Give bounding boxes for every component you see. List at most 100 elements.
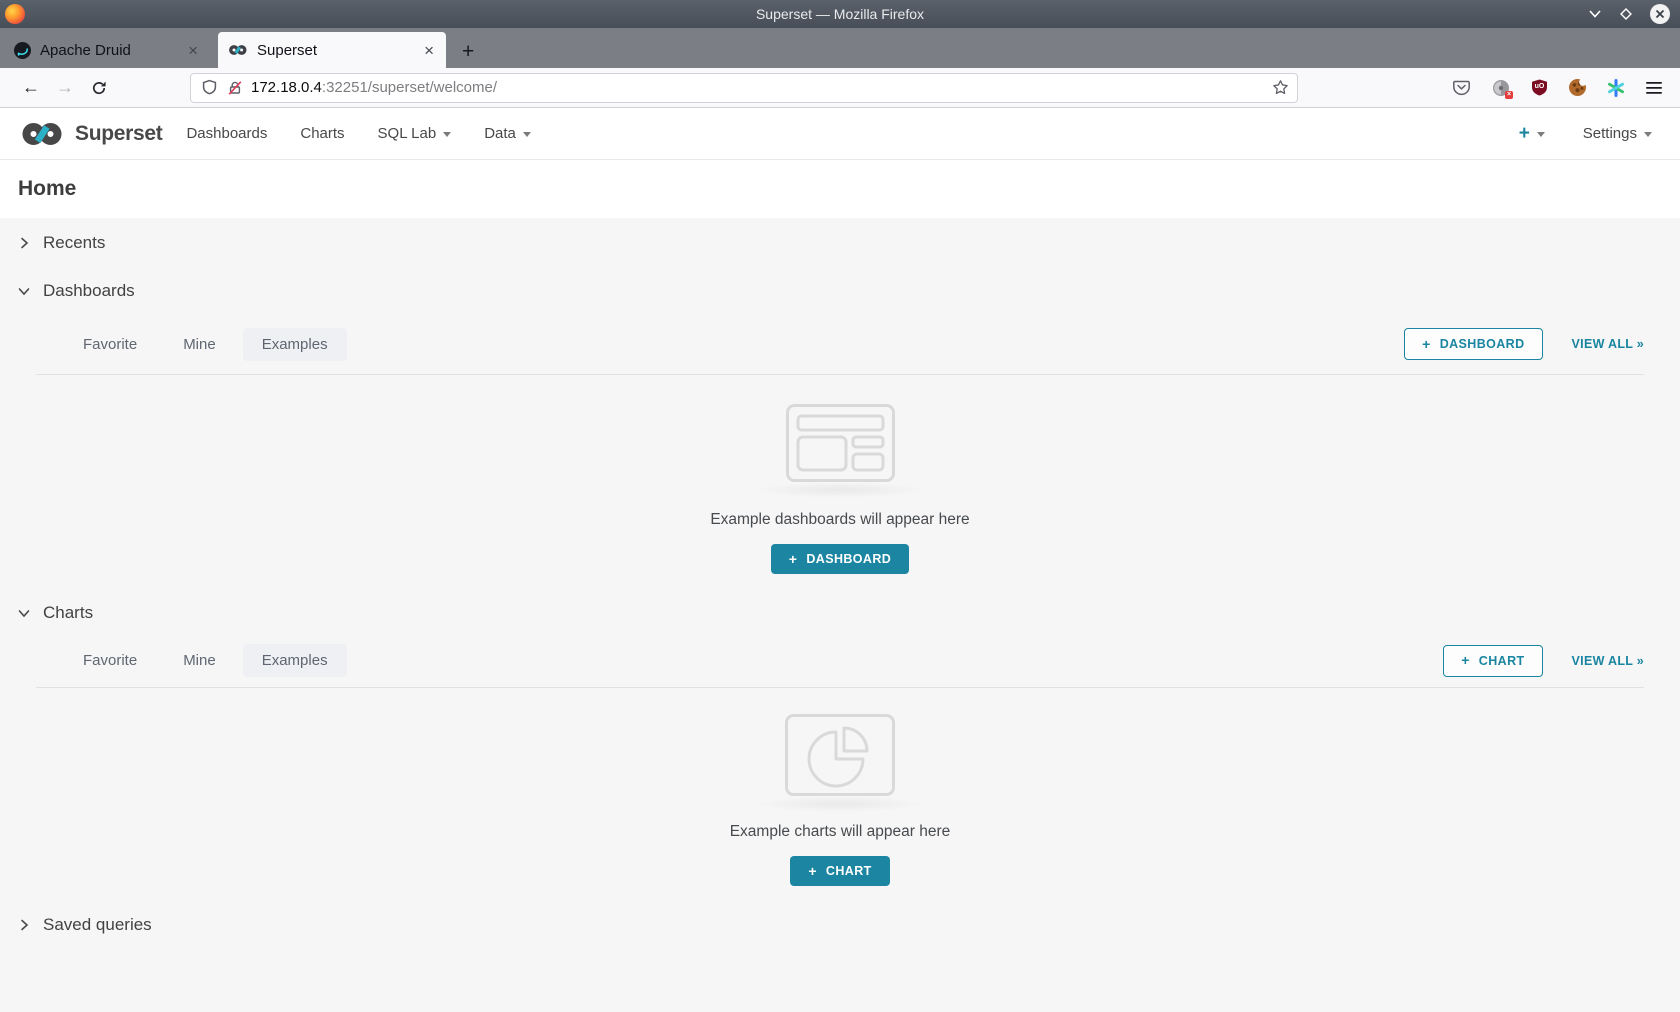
browser-tab-strip: Apache Druid × Superset × + bbox=[0, 28, 1680, 68]
browser-toolbar: ← → 172.18.0.4:32251/superset/welcome/ ×… bbox=[0, 68, 1680, 108]
nav-item-label: Dashboards bbox=[186, 125, 267, 142]
nav-item-label: SQL Lab bbox=[378, 125, 437, 142]
section-header-recents[interactable]: Recents bbox=[0, 218, 1680, 268]
tab-examples[interactable]: Examples bbox=[243, 328, 347, 361]
chevron-right-icon bbox=[18, 237, 30, 249]
close-icon[interactable] bbox=[1650, 4, 1670, 24]
tab-mine[interactable]: Mine bbox=[164, 644, 235, 677]
back-icon[interactable]: ← bbox=[14, 77, 48, 98]
welcome-content: Recents Dashboards Favorite Mine Example… bbox=[0, 218, 1680, 950]
section-label: Dashboards bbox=[43, 281, 135, 301]
section-header-charts[interactable]: Charts bbox=[0, 592, 1680, 634]
charts-toolbar: Favorite Mine Examples + CHART VIEW ALL » bbox=[36, 634, 1644, 688]
bookmark-star-icon[interactable] bbox=[1272, 79, 1289, 96]
plus-icon: + bbox=[808, 863, 817, 879]
new-chart-button[interactable]: + CHART bbox=[1443, 645, 1542, 677]
chevron-down-icon bbox=[523, 132, 531, 137]
privacy-ext-badge: × bbox=[1505, 91, 1513, 99]
dashboards-toolbar: Favorite Mine Examples + DASHBOARD VIEW A… bbox=[36, 314, 1644, 375]
ublock-label: uO bbox=[1531, 83, 1548, 90]
forward-icon[interactable]: → bbox=[48, 77, 82, 98]
tab-examples[interactable]: Examples bbox=[243, 644, 347, 677]
tab-title: Apache Druid bbox=[40, 42, 186, 59]
tab-close-icon[interactable]: × bbox=[422, 42, 436, 59]
nav-item-label: Charts bbox=[300, 125, 344, 142]
section-label: Charts bbox=[43, 603, 93, 623]
nav-item-sql-lab[interactable]: SQL Lab bbox=[378, 125, 452, 142]
minimize-icon[interactable] bbox=[1588, 8, 1602, 20]
new-item-menu-button[interactable]: + bbox=[1519, 123, 1545, 145]
menu-icon[interactable] bbox=[1646, 81, 1662, 95]
reload-icon[interactable] bbox=[82, 80, 116, 96]
nav-item-label: Data bbox=[484, 125, 516, 142]
button-label: CHART bbox=[1479, 654, 1525, 668]
privacy-ext-icon[interactable]: × bbox=[1492, 79, 1510, 97]
new-tab-button[interactable]: + bbox=[462, 41, 474, 62]
empty-chart-icon bbox=[784, 713, 896, 797]
superset-logo-icon bbox=[20, 121, 66, 147]
tab-title: Superset bbox=[257, 42, 422, 59]
tab-superset[interactable]: Superset × bbox=[218, 32, 446, 68]
settings-menu[interactable]: Settings bbox=[1583, 125, 1652, 142]
brand-name: Superset bbox=[75, 122, 162, 146]
superset-navbar: Superset Dashboards Charts SQL Lab Data … bbox=[0, 108, 1680, 160]
plus-icon: + bbox=[1461, 652, 1470, 668]
tab-apache-druid[interactable]: Apache Druid × bbox=[4, 32, 210, 68]
empty-dashboard-icon bbox=[785, 403, 896, 483]
section-header-saved-queries[interactable]: Saved queries bbox=[0, 900, 1680, 950]
pocket-icon[interactable] bbox=[1452, 79, 1471, 96]
page-title: Home bbox=[18, 177, 76, 201]
superset-brand[interactable]: Superset bbox=[20, 121, 162, 147]
window-titlebar: Superset — Mozilla Firefox bbox=[0, 0, 1680, 28]
page-header: Home bbox=[0, 160, 1680, 218]
chevron-down-icon bbox=[1537, 132, 1545, 137]
url-text: 172.18.0.4:32251/superset/welcome/ bbox=[251, 79, 1272, 96]
button-label: DASHBOARD bbox=[1440, 337, 1525, 351]
shield-icon[interactable] bbox=[201, 79, 218, 96]
nav-item-data[interactable]: Data bbox=[484, 125, 531, 142]
button-label: CHART bbox=[826, 864, 872, 878]
chevron-down-icon bbox=[1644, 132, 1652, 137]
apache-druid-favicon bbox=[14, 42, 31, 59]
plus-icon: + bbox=[789, 551, 798, 567]
nav-item-charts[interactable]: Charts bbox=[300, 125, 344, 142]
ublock-icon[interactable]: uO bbox=[1531, 79, 1548, 96]
view-all-dashboards-link[interactable]: VIEW ALL » bbox=[1572, 337, 1644, 351]
empty-icon-shadow bbox=[756, 796, 924, 812]
chevron-down-icon bbox=[443, 132, 451, 137]
section-label: Recents bbox=[43, 233, 105, 253]
button-label: DASHBOARD bbox=[806, 552, 891, 566]
window-title: Superset — Mozilla Firefox bbox=[0, 6, 1680, 22]
empty-icon-shadow bbox=[756, 482, 924, 498]
url-path: :32251/superset/welcome/ bbox=[322, 79, 497, 96]
chevron-down-icon bbox=[18, 607, 30, 619]
empty-state-text: Example dashboards will appear here bbox=[710, 511, 969, 529]
plus-icon: + bbox=[1519, 123, 1530, 145]
view-all-charts-link[interactable]: VIEW ALL » bbox=[1572, 654, 1644, 668]
charts-filter-tabs: Favorite Mine Examples bbox=[64, 644, 347, 677]
nav-item-dashboards[interactable]: Dashboards bbox=[186, 125, 267, 142]
plus-icon: + bbox=[1422, 336, 1431, 352]
charts-empty-state: Example charts will appear here + CHART bbox=[0, 688, 1680, 900]
superset-favicon bbox=[228, 44, 248, 56]
tab-favorite[interactable]: Favorite bbox=[64, 328, 156, 361]
colorful-ext-icon[interactable] bbox=[1607, 79, 1625, 97]
new-chart-button-primary[interactable]: + CHART bbox=[790, 856, 889, 886]
insecure-lock-icon[interactable] bbox=[227, 80, 243, 96]
section-label: Saved queries bbox=[43, 915, 152, 935]
section-header-dashboards[interactable]: Dashboards bbox=[0, 268, 1680, 314]
url-host: 172.18.0.4 bbox=[251, 79, 322, 96]
tab-mine[interactable]: Mine bbox=[164, 328, 235, 361]
empty-state-text: Example charts will appear here bbox=[730, 823, 951, 841]
chevron-right-icon bbox=[18, 919, 30, 931]
new-dashboard-button-primary[interactable]: + DASHBOARD bbox=[771, 544, 909, 574]
chevron-down-icon bbox=[18, 285, 30, 297]
tab-close-icon[interactable]: × bbox=[186, 42, 200, 59]
dashboards-filter-tabs: Favorite Mine Examples bbox=[64, 328, 347, 361]
cookie-ext-icon[interactable] bbox=[1569, 79, 1586, 96]
tab-favorite[interactable]: Favorite bbox=[64, 644, 156, 677]
new-dashboard-button[interactable]: + DASHBOARD bbox=[1404, 328, 1542, 360]
settings-label: Settings bbox=[1583, 125, 1637, 142]
url-bar[interactable]: 172.18.0.4:32251/superset/welcome/ bbox=[190, 73, 1298, 103]
maximize-icon[interactable] bbox=[1618, 6, 1634, 22]
